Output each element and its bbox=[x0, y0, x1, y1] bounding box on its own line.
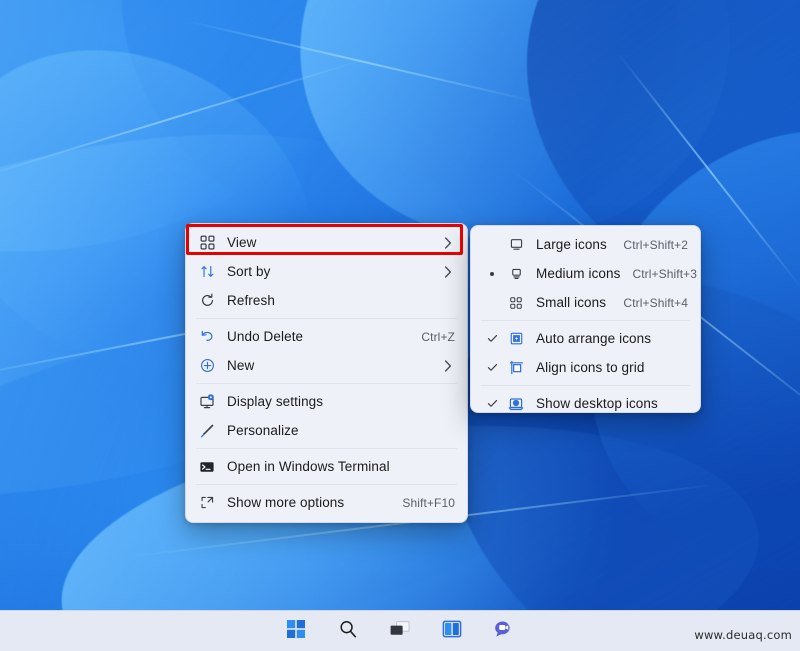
medium-icon-monitor bbox=[505, 264, 527, 284]
task-view-icon bbox=[389, 619, 411, 644]
menu-item-new[interactable]: New bbox=[190, 351, 463, 380]
menu-item-label: Show more options bbox=[227, 495, 345, 510]
checkmark-icon bbox=[481, 333, 503, 344]
menu-separator bbox=[196, 383, 457, 384]
taskbar-task-view-button[interactable] bbox=[385, 616, 415, 646]
site-watermark: www.deuaq.com bbox=[694, 628, 792, 642]
menu-item-label: View bbox=[227, 235, 257, 250]
undo-icon bbox=[196, 327, 218, 347]
submenu-separator bbox=[481, 320, 690, 321]
submenu-item-small-icons[interactable]: Small icons Ctrl+Shift+4 bbox=[475, 288, 696, 317]
sort-arrows-icon bbox=[196, 262, 218, 282]
windows-start-icon bbox=[286, 619, 306, 644]
submenu-separator bbox=[481, 385, 690, 386]
taskbar-widgets-button[interactable] bbox=[437, 616, 467, 646]
refresh-icon bbox=[196, 291, 218, 311]
submenu-item-auto-arrange-icons[interactable]: Auto arrange icons bbox=[475, 324, 696, 353]
chevron-right-icon bbox=[441, 265, 455, 278]
submenu-item-accelerator: Ctrl+Shift+2 bbox=[623, 237, 688, 252]
checkmark-icon bbox=[481, 362, 503, 373]
search-icon bbox=[338, 619, 358, 644]
menu-item-label: Personalize bbox=[227, 423, 299, 438]
large-icon-monitor bbox=[505, 235, 527, 255]
chevron-right-icon bbox=[441, 359, 455, 372]
submenu-item-label: Align icons to grid bbox=[536, 360, 645, 375]
menu-item-label: Display settings bbox=[227, 394, 324, 409]
submenu-item-label: Large icons bbox=[536, 237, 607, 252]
submenu-item-label: Small icons bbox=[536, 295, 607, 310]
menu-item-show-more-options[interactable]: Show more options Shift+F10 bbox=[190, 488, 463, 517]
submenu-item-show-desktop-icons[interactable]: Show desktop icons bbox=[475, 389, 696, 418]
submenu-item-large-icons[interactable]: Large icons Ctrl+Shift+2 bbox=[475, 230, 696, 259]
grid-icon bbox=[196, 233, 218, 253]
menu-item-open-windows-terminal[interactable]: Open in Windows Terminal bbox=[190, 452, 463, 481]
menu-separator bbox=[196, 448, 457, 449]
submenu-item-label: Auto arrange icons bbox=[536, 331, 652, 346]
auto-arrange-icon bbox=[505, 329, 527, 349]
submenu-item-accelerator: Ctrl+Shift+3 bbox=[632, 266, 698, 281]
menu-item-sort-by[interactable]: Sort by bbox=[190, 257, 463, 286]
checkmark-icon bbox=[481, 398, 503, 409]
taskbar-start-button[interactable] bbox=[281, 616, 311, 646]
monitor-gear-icon bbox=[196, 392, 218, 412]
menu-separator bbox=[196, 484, 457, 485]
widgets-icon bbox=[441, 619, 463, 644]
paintbrush-icon bbox=[196, 421, 218, 441]
menu-item-refresh[interactable]: Refresh bbox=[190, 286, 463, 315]
menu-item-display-settings[interactable]: Display settings bbox=[190, 387, 463, 416]
selected-dot-marker bbox=[481, 271, 503, 276]
menu-item-view[interactable]: View bbox=[190, 228, 463, 257]
menu-item-label: Open in Windows Terminal bbox=[227, 459, 390, 474]
menu-item-label: Undo Delete bbox=[227, 329, 304, 344]
chevron-right-icon bbox=[441, 236, 455, 249]
small-icons-grid bbox=[505, 293, 527, 313]
menu-item-accelerator: Ctrl+Z bbox=[421, 329, 455, 344]
menu-item-personalize[interactable]: Personalize bbox=[190, 416, 463, 445]
submenu-item-medium-icons[interactable]: Medium icons Ctrl+Shift+3 bbox=[475, 259, 698, 288]
menu-item-label: Refresh bbox=[227, 293, 275, 308]
windows-taskbar[interactable] bbox=[0, 610, 800, 651]
submenu-item-accelerator: Ctrl+Shift+4 bbox=[623, 295, 688, 310]
desktop-context-menu[interactable]: View Sort by Refresh Undo Delete Ctrl+Z … bbox=[185, 223, 468, 523]
menu-item-label: Sort by bbox=[227, 264, 271, 279]
view-submenu[interactable]: Large icons Ctrl+Shift+2 Medium icons Ct… bbox=[470, 225, 701, 413]
plus-circle-icon bbox=[196, 356, 218, 376]
terminal-icon bbox=[196, 457, 218, 477]
taskbar-chat-button[interactable] bbox=[489, 616, 519, 646]
desktop-screen: View Sort by Refresh Undo Delete Ctrl+Z … bbox=[0, 0, 800, 651]
submenu-item-label: Show desktop icons bbox=[536, 396, 658, 411]
menu-item-undo-delete[interactable]: Undo Delete Ctrl+Z bbox=[190, 322, 463, 351]
expand-options-icon bbox=[196, 493, 218, 513]
submenu-item-align-icons-to-grid[interactable]: Align icons to grid bbox=[475, 353, 696, 382]
menu-item-label: New bbox=[227, 358, 255, 373]
align-grid-icon bbox=[505, 358, 527, 378]
show-desktop-icon bbox=[505, 394, 527, 414]
chat-icon bbox=[493, 619, 515, 644]
taskbar-search-button[interactable] bbox=[333, 616, 363, 646]
submenu-item-label: Medium icons bbox=[536, 266, 621, 281]
menu-item-accelerator: Shift+F10 bbox=[402, 495, 455, 510]
menu-separator bbox=[196, 318, 457, 319]
